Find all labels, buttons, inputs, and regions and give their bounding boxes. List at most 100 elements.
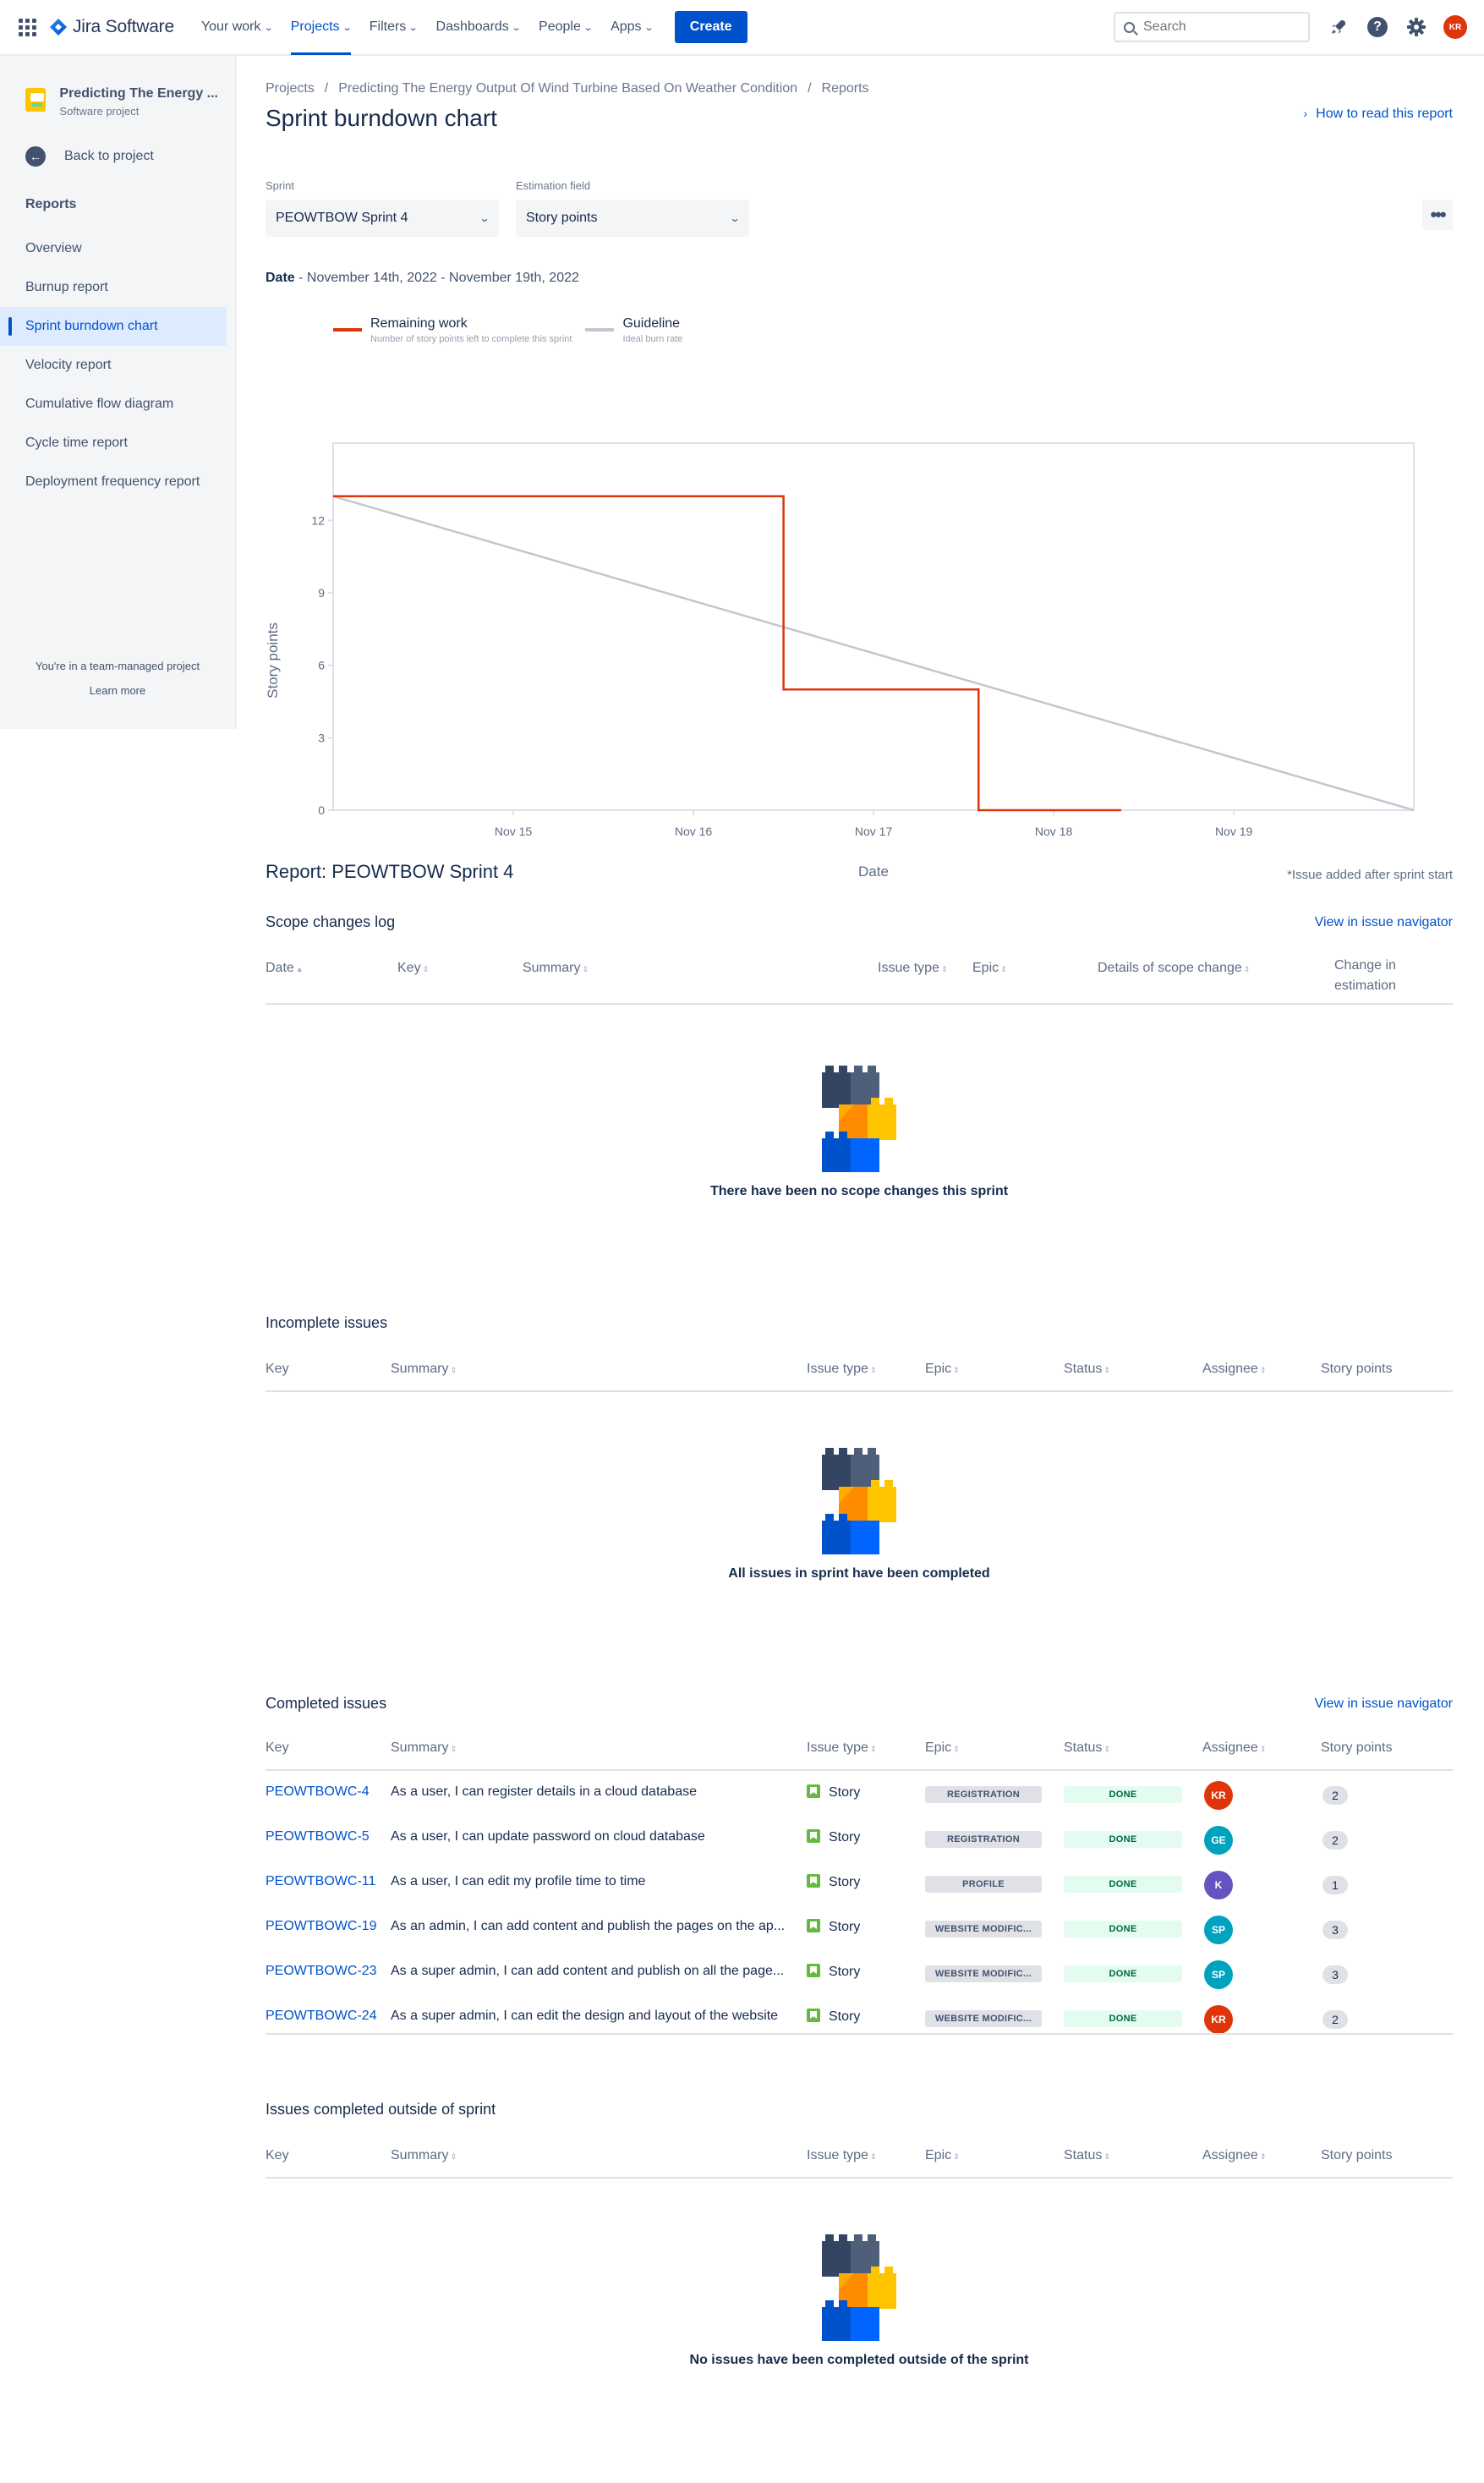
nav-your-work[interactable]: Your work ⌄	[201, 0, 274, 55]
col-story-points[interactable]: Story points	[1321, 2148, 1392, 2163]
col-key[interactable]: Key	[266, 1740, 289, 1756]
col-status[interactable]: Status ⇕	[1064, 1362, 1110, 1377]
nav-filters[interactable]: Filters ⌄	[370, 0, 419, 55]
sidebar-item-burnup[interactable]: Burnup report	[0, 268, 227, 307]
col-key[interactable]: Key	[266, 1362, 289, 1377]
col-epic[interactable]: Epic ⇕	[972, 961, 1007, 976]
report-note: *Issue added after sprint start	[1287, 868, 1453, 882]
legend-swatch	[333, 328, 362, 332]
search-box[interactable]	[1114, 12, 1310, 42]
col-label: Assignee	[1202, 1740, 1258, 1755]
issue-key-link[interactable]: PEOWTBOWC-24	[266, 2009, 377, 2024]
sidebar-item-sprint-burndown[interactable]: Sprint burndown chart	[0, 307, 227, 346]
col-key[interactable]: Key ⇕	[397, 961, 429, 976]
search-input[interactable]	[1143, 19, 1287, 35]
assignee-avatar[interactable]: K	[1204, 1871, 1233, 1899]
assignee-avatar[interactable]: SP	[1204, 1960, 1233, 1989]
col-epic[interactable]: Epic ⇕	[925, 2148, 960, 2163]
nav-people[interactable]: People ⌄	[539, 0, 593, 55]
date-value: - November 14th, 2022 - November 19th, 2…	[298, 271, 579, 285]
table-row[interactable]: PEOWTBOWC-11 As a user, I can edit my pro…	[266, 1862, 1453, 1907]
notifications-icon[interactable]	[1327, 15, 1350, 39]
legend-remaining-work[interactable]: Remaining work Number of story points le…	[333, 316, 572, 344]
user-avatar[interactable]: KR	[1443, 15, 1467, 39]
table-row[interactable]: PEOWTBOWC-5 As a user, I can update passw…	[266, 1817, 1453, 1862]
col-issue-type[interactable]: Issue type ⇕	[807, 1362, 876, 1377]
more-actions-button[interactable]: •••	[1422, 200, 1453, 230]
help-button[interactable]: ?	[1366, 15, 1389, 39]
issue-type: Story	[807, 1784, 860, 1801]
y-tick-label: 12	[311, 513, 325, 527]
back-to-project-link[interactable]: ← Back to project	[0, 146, 235, 167]
table-row[interactable]: PEOWTBOWC-24 As a super admin, I can edit…	[266, 1997, 1453, 2042]
col-date[interactable]: Date ▲	[266, 961, 304, 976]
sort-icon: ⇕	[940, 965, 948, 973]
nav-projects[interactable]: Projects ⌄	[290, 0, 352, 55]
nav-dashboards[interactable]: Dashboards ⌄	[436, 0, 522, 55]
assignee-avatar[interactable]: KR	[1204, 2005, 1233, 2034]
col-issue-type[interactable]: Issue type ⇕	[807, 1740, 876, 1756]
col-status[interactable]: Status ⇕	[1064, 2148, 1110, 2163]
sidebar-footer: You're in a team-managed project Learn m…	[0, 660, 235, 697]
col-summary[interactable]: Summary ⇕	[523, 961, 589, 976]
learn-more-link[interactable]: Learn more	[0, 684, 235, 697]
col-label: Epic	[925, 1740, 952, 1755]
create-button[interactable]: Create	[674, 11, 747, 43]
epic-lozenge: REGISTRATION	[925, 1831, 1042, 1848]
issue-key-link[interactable]: PEOWTBOWC-23	[266, 1964, 377, 1979]
col-story-points[interactable]: Story points	[1321, 1740, 1392, 1756]
table-row[interactable]: PEOWTBOWC-19 As an admin, I can add conte…	[266, 1907, 1453, 1952]
sidebar-item-cumulative-flow[interactable]: Cumulative flow diagram	[0, 385, 227, 424]
col-change-estimation[interactable]: Change in estimation	[1334, 956, 1396, 996]
legend-guideline[interactable]: Guideline Ideal burn rate	[585, 316, 682, 344]
issue-key-link[interactable]: PEOWTBOWC-19	[266, 1919, 377, 1934]
settings-button[interactable]	[1405, 15, 1428, 39]
col-assignee[interactable]: Assignee ⇕	[1202, 1740, 1266, 1756]
nav-apps[interactable]: Apps ⌄	[611, 0, 654, 55]
outside-table-header: Key Summary ⇕ Issue type ⇕ Epic ⇕ Status ⇕ Assign…	[266, 2136, 1453, 2179]
jira-logo[interactable]: Jira Software	[49, 17, 174, 37]
scope-view-navigator-link[interactable]: View in issue navigator	[1315, 915, 1453, 930]
sidebar-item-cycle-time[interactable]: Cycle time report	[0, 424, 227, 463]
col-details[interactable]: Details of scope change ⇕	[1098, 961, 1250, 976]
breadcrumb-reports[interactable]: Reports	[822, 81, 869, 96]
assignee-avatar[interactable]: GE	[1204, 1826, 1233, 1855]
issue-key-link[interactable]: PEOWTBOWC-4	[266, 1784, 370, 1800]
col-summary[interactable]: Summary ⇕	[391, 1362, 457, 1377]
col-story-points[interactable]: Story points	[1321, 1362, 1392, 1377]
col-key[interactable]: Key	[266, 2148, 289, 2163]
col-assignee[interactable]: Assignee ⇕	[1202, 2148, 1266, 2163]
chevron-down-icon: ⌄	[263, 22, 274, 33]
issue-key-link[interactable]: PEOWTBOWC-5	[266, 1829, 370, 1844]
assignee-avatar[interactable]: KR	[1204, 1781, 1233, 1810]
col-epic[interactable]: Epic ⇕	[925, 1740, 960, 1756]
col-summary[interactable]: Summary ⇕	[391, 2148, 457, 2163]
breadcrumb-projects[interactable]: Projects	[266, 81, 315, 96]
sidebar-item-overview[interactable]: Overview	[0, 229, 227, 268]
issue-key-link[interactable]: PEOWTBOWC-11	[266, 1874, 375, 1889]
blocks-illustration	[822, 2234, 896, 2341]
col-status[interactable]: Status ⇕	[1064, 1740, 1110, 1756]
completed-view-navigator-link[interactable]: View in issue navigator	[1315, 1696, 1453, 1712]
how-to-read-link[interactable]: › How to read this report	[1303, 107, 1453, 122]
project-header[interactable]: Predicting The Energy ... Software proje…	[0, 56, 235, 118]
sprint-select[interactable]: PEOWTBOW Sprint 4 ⌄	[266, 200, 499, 237]
sidebar-item-deployment-frequency[interactable]: Deployment frequency report	[0, 463, 227, 502]
col-assignee[interactable]: Assignee ⇕	[1202, 1362, 1266, 1377]
col-issue-type[interactable]: Issue type ⇕	[878, 961, 947, 976]
guideline-series	[332, 495, 1415, 812]
col-summary[interactable]: Summary ⇕	[391, 1740, 457, 1756]
app-switcher-icon[interactable]	[17, 17, 37, 37]
estimation-label: Estimation field	[516, 179, 591, 192]
col-epic[interactable]: Epic ⇕	[925, 1362, 960, 1377]
col-issue-type[interactable]: Issue type ⇕	[807, 2148, 876, 2163]
table-row[interactable]: PEOWTBOWC-23 As a super admin, I can add …	[266, 1952, 1453, 1997]
issue-summary: As an admin, I can add content and publi…	[391, 1919, 786, 1933]
issue-type: Story	[807, 1964, 860, 1980]
table-row[interactable]: PEOWTBOWC-4 As a user, I can register det…	[266, 1773, 1453, 1817]
assignee-avatar[interactable]: SP	[1204, 1916, 1233, 1944]
sidebar-item-velocity[interactable]: Velocity report	[0, 346, 227, 385]
estimation-select[interactable]: Story points ⌄	[516, 200, 749, 237]
issue-type: Story	[807, 1829, 860, 1845]
breadcrumb-project[interactable]: Predicting The Energy Output Of Wind Tur…	[338, 81, 797, 96]
